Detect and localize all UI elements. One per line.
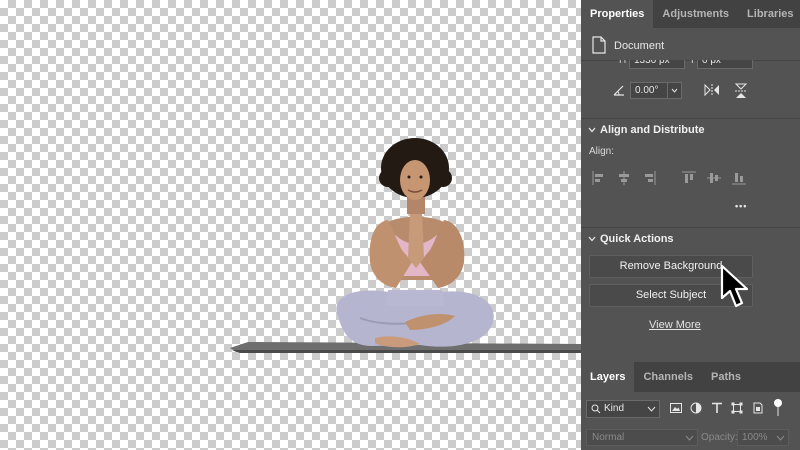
align-top-edges-icon[interactable] bbox=[682, 171, 696, 185]
chevron-down-icon bbox=[685, 435, 694, 441]
chevron-down-icon bbox=[588, 127, 596, 133]
tab-paths[interactable]: Paths bbox=[702, 362, 750, 392]
blend-mode-select[interactable]: Normal bbox=[586, 429, 698, 446]
opacity-value: 100% bbox=[742, 432, 768, 443]
angle-field[interactable]: 0.00° bbox=[630, 82, 669, 99]
flip-horizontal-icon[interactable] bbox=[704, 83, 720, 97]
align-label: Align: bbox=[589, 146, 615, 157]
chevron-down-icon bbox=[776, 435, 785, 441]
more-options-icon[interactable]: ••• bbox=[735, 201, 747, 211]
tab-properties[interactable]: Properties bbox=[581, 0, 654, 28]
align-vertical-centers-icon[interactable] bbox=[707, 171, 721, 185]
chevron-down-icon bbox=[671, 88, 678, 93]
blend-mode-value: Normal bbox=[592, 432, 625, 443]
document-icon bbox=[592, 36, 606, 54]
kind-label: Kind bbox=[604, 403, 625, 414]
opacity-label: Opacity: bbox=[701, 432, 738, 443]
layer-filter-kind-select[interactable]: Kind bbox=[586, 400, 660, 418]
type-layer-filter-icon[interactable] bbox=[711, 402, 723, 414]
mouse-pointer-icon bbox=[720, 264, 748, 308]
quick-actions-header[interactable]: Quick Actions bbox=[581, 227, 800, 250]
document-canvas[interactable] bbox=[0, 0, 581, 450]
tab-layers[interactable]: Layers bbox=[581, 362, 635, 392]
transform-size-row: H 1336 px Y 0 px bbox=[581, 60, 800, 70]
height-label: H bbox=[619, 60, 627, 66]
align-distribute-header[interactable]: Align and Distribute bbox=[581, 118, 800, 141]
tab-channels[interactable]: Channels bbox=[634, 362, 702, 392]
layers-panel-body: Kind Normal Opacity: 100% bbox=[581, 392, 800, 450]
document-label: Document bbox=[614, 40, 665, 52]
properties-panel: Properties Adjustments Libraries Documen… bbox=[581, 0, 800, 450]
tab-adjustments[interactable]: Adjustments bbox=[653, 0, 738, 28]
angle-dropdown[interactable] bbox=[667, 82, 682, 99]
height-field[interactable]: 1336 px bbox=[629, 60, 685, 69]
adjustment-layer-filter-icon[interactable] bbox=[690, 402, 702, 414]
y-field[interactable]: 0 px bbox=[697, 60, 753, 69]
opacity-field[interactable]: 100% bbox=[737, 429, 789, 446]
quick-actions-title: Quick Actions bbox=[600, 233, 674, 245]
document-row: Document bbox=[581, 30, 800, 61]
pixel-layer-filter-icon[interactable] bbox=[670, 402, 682, 414]
layers-tab-bar: Layers Channels Paths bbox=[581, 362, 800, 392]
yoga-woman-image bbox=[230, 138, 581, 353]
y-label: Y bbox=[689, 60, 696, 66]
align-bottom-edges-icon[interactable] bbox=[732, 171, 746, 185]
filter-toggle-icon[interactable] bbox=[774, 398, 782, 416]
chevron-down-icon bbox=[588, 236, 596, 242]
tab-libraries[interactable]: Libraries bbox=[738, 0, 800, 28]
flip-vertical-icon[interactable] bbox=[734, 83, 748, 99]
shape-layer-filter-icon[interactable] bbox=[731, 402, 743, 414]
align-left-edges-icon[interactable] bbox=[592, 171, 606, 185]
angle-icon bbox=[613, 85, 624, 96]
align-horizontal-centers-icon[interactable] bbox=[617, 171, 631, 185]
chevron-down-icon bbox=[647, 406, 656, 412]
smart-object-filter-icon[interactable] bbox=[752, 402, 764, 414]
panel-tab-bar: Properties Adjustments Libraries bbox=[581, 0, 800, 28]
align-distribute-title: Align and Distribute bbox=[600, 124, 705, 136]
align-right-edges-icon[interactable] bbox=[642, 171, 656, 185]
view-more-link[interactable]: View More bbox=[649, 319, 701, 331]
search-icon bbox=[591, 404, 601, 414]
